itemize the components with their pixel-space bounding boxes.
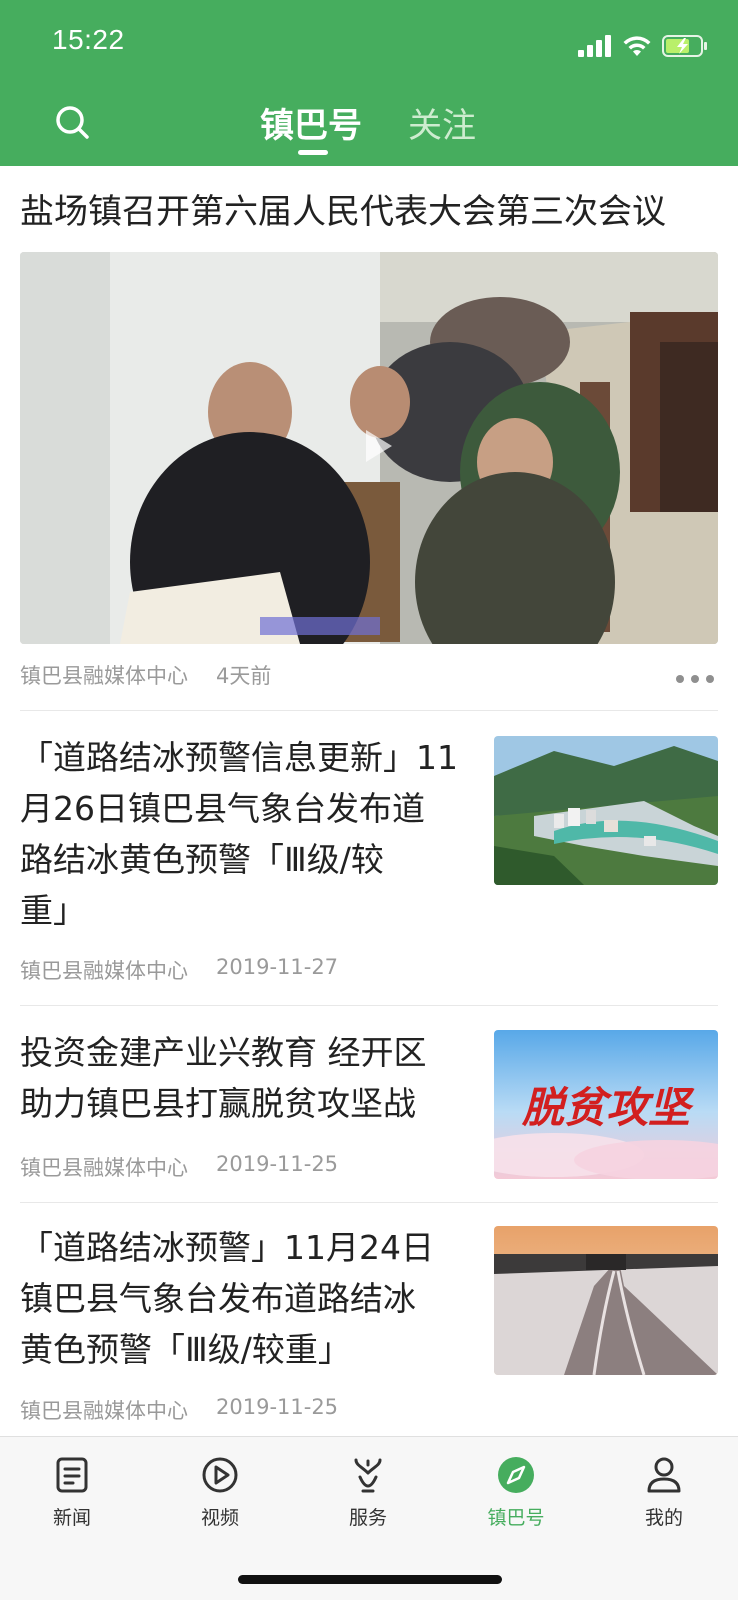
signal-icon [578, 35, 611, 57]
article-date: 2019-11-25 [216, 1395, 339, 1419]
compass-icon [498, 1457, 534, 1493]
article-thumbnail[interactable] [494, 736, 718, 885]
search-icon [56, 106, 89, 139]
battery-charging-icon [662, 35, 707, 57]
article-date: 2019-11-25 [216, 1152, 339, 1176]
article-title[interactable]: 「道路结冰预警」11月24日 镇巴县气象台发布道路结冰 黄色预警「Ⅲ级/较重」 [20, 1222, 434, 1375]
profile-icon [647, 1457, 681, 1493]
nav-item-service[interactable]: 服务 [308, 1455, 428, 1530]
article-title-line: 镇巴县气象台发布道路结冰 [20, 1279, 416, 1318]
play-icon [366, 430, 392, 462]
tab-zhenbahao[interactable]: 镇巴号 [260, 98, 362, 147]
article-date: 2019-11-27 [216, 955, 339, 979]
article-title-line: 路结冰黄色预警「Ⅲ级/较 [20, 840, 384, 879]
home-indicator [238, 1575, 502, 1584]
article-title-line: 投资金建产业兴教育 经开区 [20, 1033, 427, 1072]
featured-article-title[interactable]: 盐场镇召开第六届人民代表大会第三次会议 [20, 190, 720, 234]
divider [20, 1202, 718, 1203]
icy-road-photo [494, 1226, 718, 1375]
article-title-line: 重」 [20, 891, 86, 930]
search-button[interactable] [50, 100, 94, 144]
article-source: 镇巴县融媒体中心 [20, 1156, 188, 1180]
nav-label: 新闻 [52, 1507, 91, 1529]
article-title-line: 月26日镇巴县气象台发布道 [20, 789, 425, 828]
article-title-line: 助力镇巴县打赢脱贫攻坚战 [20, 1084, 416, 1123]
featured-time: 4天前 [216, 664, 272, 688]
article-title[interactable]: 「道路结冰预警信息更新」11 月26日镇巴县气象台发布道 路结冰黄色预警「Ⅲ级/… [20, 732, 458, 936]
video-icon [202, 1457, 238, 1493]
featured-source: 镇巴县融媒体中心 [20, 664, 188, 688]
town-aerial-photo [494, 736, 718, 885]
article-source: 镇巴县融媒体中心 [20, 959, 188, 983]
status-icons [578, 32, 708, 60]
top-header: 15:22 镇巴号 关注 [0, 0, 738, 166]
article-title[interactable]: 投资金建产业兴教育 经开区 助力镇巴县打赢脱贫攻坚战 [20, 1027, 427, 1129]
divider [20, 710, 718, 711]
nav-item-news[interactable]: 新闻 [12, 1455, 132, 1530]
article-source: 镇巴县融媒体中心 [20, 1399, 188, 1423]
article-thumbnail[interactable]: 脱贫攻坚 [494, 1030, 718, 1179]
service-icon [354, 1458, 382, 1493]
active-tab-indicator [298, 150, 328, 155]
news-icon [56, 1457, 88, 1493]
nav-label: 我的 [644, 1507, 683, 1529]
article-title-line: 「道路结冰预警信息更新」11 [20, 738, 458, 777]
poverty-alleviation-banner: 脱贫攻坚 [494, 1030, 718, 1179]
featured-video-thumbnail[interactable] [20, 252, 718, 644]
nav-item-video[interactable]: 视频 [160, 1455, 280, 1530]
nav-label: 视频 [200, 1507, 239, 1529]
article-thumbnail[interactable] [494, 1226, 718, 1375]
banner-text: 脱贫攻坚 [521, 1083, 695, 1132]
nav-label: 服务 [348, 1507, 387, 1529]
article-title-line: 「道路结冰预警」11月24日 [20, 1228, 434, 1267]
article-title-line: 黄色预警「Ⅲ级/较重」 [20, 1330, 351, 1369]
status-time: 15:22 [52, 24, 125, 55]
nav-label: 镇巴号 [487, 1507, 545, 1529]
more-options-icon[interactable] [674, 672, 716, 686]
nav-item-mine[interactable]: 我的 [604, 1455, 724, 1530]
divider [20, 1005, 718, 1006]
tab-follow[interactable]: 关注 [408, 98, 476, 147]
wifi-icon [623, 36, 651, 56]
nav-item-zhenbahao[interactable]: 镇巴号 [456, 1455, 576, 1530]
